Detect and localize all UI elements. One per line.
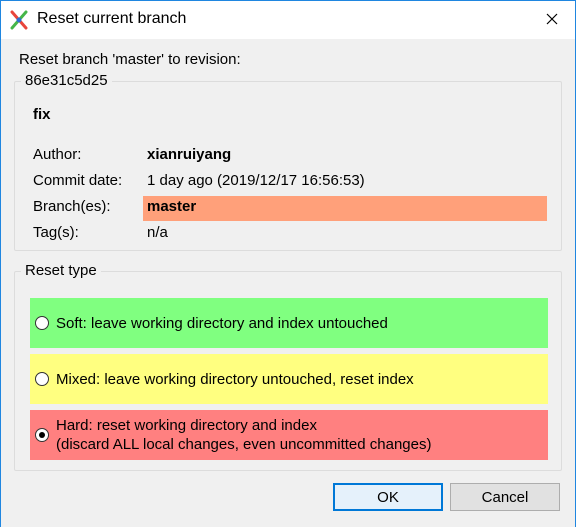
mixed-reset-radio[interactable] xyxy=(35,372,49,386)
branch-value: master xyxy=(147,198,197,215)
soft-reset-option[interactable]: Soft: leave working directory and index … xyxy=(30,298,548,348)
hard-reset-label-line1: Hard: reset working directory and index xyxy=(56,417,317,434)
commit-hash: 86e31c5d25 xyxy=(21,72,112,89)
reset-type-group: Reset type Soft: leave working directory… xyxy=(14,262,562,471)
reset-type-legend: Reset type xyxy=(21,262,101,279)
hard-reset-label-line2: (discard ALL local changes, even uncommi… xyxy=(56,436,432,453)
ok-button[interactable]: OK xyxy=(333,483,443,511)
close-button[interactable] xyxy=(529,1,575,39)
hard-reset-label: Hard: reset working directory and index … xyxy=(56,416,432,454)
git-extensions-icon xyxy=(9,10,29,30)
author-label: Author: xyxy=(33,146,82,163)
commit-date-value: 1 day ago (2019/12/17 16:56:53) xyxy=(147,172,365,189)
soft-reset-label: Soft: leave working directory and index … xyxy=(56,314,388,332)
soft-reset-radio[interactable] xyxy=(35,316,49,330)
hard-reset-radio[interactable] xyxy=(35,428,49,442)
reset-heading: Reset branch 'master' to revision: xyxy=(19,51,241,68)
window-title: Reset current branch xyxy=(37,10,187,27)
mixed-reset-label: Mixed: leave working directory untouched… xyxy=(56,370,414,388)
commit-message: fix xyxy=(33,106,51,123)
tag-value: n/a xyxy=(147,224,168,241)
hard-reset-option[interactable]: Hard: reset working directory and index … xyxy=(30,410,548,460)
mixed-reset-option[interactable]: Mixed: leave working directory untouched… xyxy=(30,354,548,404)
tag-label: Tag(s): xyxy=(33,224,79,241)
branch-label: Branch(es): xyxy=(33,198,111,215)
reset-branch-dialog: Reset current branch Reset branch 'maste… xyxy=(0,0,576,527)
commit-date-label: Commit date: xyxy=(33,172,123,189)
close-icon xyxy=(546,12,558,29)
author-value: xianruiyang xyxy=(147,146,232,163)
cancel-button[interactable]: Cancel xyxy=(450,483,560,511)
commit-info-group: 86e31c5d25 fix Author: xianruiyang Commi… xyxy=(14,72,562,251)
branch-highlight xyxy=(143,196,547,221)
dialog-content: Reset branch 'master' to revision: 86e31… xyxy=(1,39,575,527)
title-bar[interactable]: Reset current branch xyxy=(1,1,575,39)
